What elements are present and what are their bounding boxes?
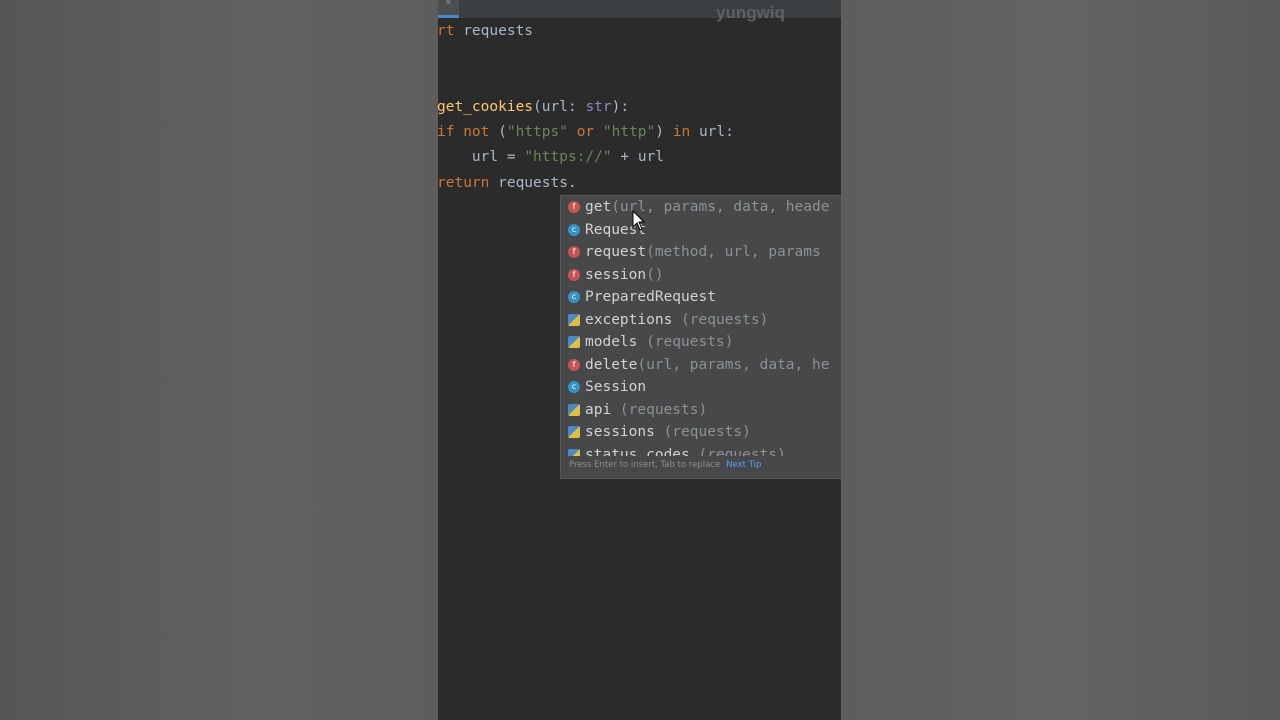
keyword: in bbox=[664, 124, 691, 140]
completion-item-session-class[interactable]: c Session bbox=[561, 376, 841, 398]
completion-label: Session bbox=[585, 379, 647, 395]
completion-label: sessions (requests) bbox=[585, 424, 751, 440]
module-icon bbox=[568, 336, 580, 348]
module-icon bbox=[568, 403, 580, 416]
identifier: url: bbox=[690, 124, 734, 140]
punctuation: ) bbox=[655, 124, 665, 140]
keyword: return bbox=[438, 175, 490, 191]
completion-item-session[interactable]: f session() bbox=[561, 264, 841, 286]
completion-item-request-class[interactable]: c Request bbox=[561, 219, 841, 241]
completion-item-preparedrequest[interactable]: c PreparedRequest bbox=[561, 286, 841, 308]
keyword: rt bbox=[438, 23, 455, 39]
video-background-left bbox=[0, 0, 438, 720]
completion-item-request[interactable]: f request(method, url, params bbox=[561, 241, 841, 263]
keyword: not bbox=[454, 124, 490, 140]
class-icon: c bbox=[568, 223, 580, 236]
completion-item-sessions[interactable]: sessions (requests) bbox=[561, 421, 841, 443]
string-literal: "http" bbox=[602, 124, 656, 140]
identifier: requests. bbox=[489, 175, 577, 191]
completion-item-get[interactable]: f get(url, params, data, heade bbox=[561, 196, 841, 218]
function-icon: f bbox=[568, 358, 580, 371]
editor-tab[interactable]: × bbox=[438, 0, 459, 18]
completion-label: request(method, url, params bbox=[585, 244, 821, 260]
keyword: if bbox=[438, 124, 455, 140]
active-tab-indicator bbox=[438, 15, 459, 18]
class-icon: c bbox=[568, 381, 580, 393]
string-literal: "https://" bbox=[524, 149, 612, 165]
code-line-5: url = "https://" + url bbox=[438, 145, 664, 170]
module-icon bbox=[568, 448, 580, 456]
parameter: url bbox=[541, 99, 568, 115]
completion-popup[interactable]: f get(url, params, data, heade c Request… bbox=[560, 195, 841, 479]
watermark: yungwiq bbox=[716, 3, 785, 22]
class-icon: c bbox=[568, 291, 580, 303]
code-line-4: if not ("https" or "http") in url: bbox=[438, 120, 734, 145]
code-editor[interactable]: × yungwiq rt requests get_cookies(url: s… bbox=[438, 0, 841, 720]
punctuation: ( bbox=[489, 124, 507, 140]
identifier: requests bbox=[454, 23, 534, 39]
identifier: + url bbox=[611, 149, 665, 165]
completion-item-models[interactable]: models (requests) bbox=[561, 331, 841, 353]
punctuation: ( bbox=[533, 99, 542, 115]
completion-label: get(url, params, data, heade bbox=[585, 199, 830, 215]
code-line-1: rt requests bbox=[438, 19, 533, 44]
code-line-6: return requests. bbox=[438, 171, 577, 196]
completion-label: delete(url, params, data, he bbox=[585, 356, 830, 373]
next-tip-link[interactable]: Next Tip bbox=[726, 460, 761, 470]
completion-item-exceptions[interactable]: exceptions (requests) bbox=[561, 309, 841, 331]
function-icon: f bbox=[568, 268, 580, 281]
string-literal: "https" bbox=[506, 124, 568, 140]
function-name: get_cookies bbox=[438, 99, 534, 115]
completion-item-delete[interactable]: f delete(url, params, data, he bbox=[561, 354, 841, 376]
video-background-right bbox=[841, 0, 1280, 720]
completion-label: status_codes (requests) bbox=[585, 446, 786, 456]
completion-item-api[interactable]: api (requests) bbox=[561, 399, 841, 421]
keyword: or bbox=[567, 124, 603, 140]
function-icon: f bbox=[568, 201, 580, 213]
completion-label: PreparedRequest bbox=[585, 289, 716, 305]
code-line-3: get_cookies(url: str): bbox=[438, 95, 629, 120]
completion-label: session() bbox=[585, 266, 664, 283]
module-icon bbox=[568, 426, 580, 438]
type-hint: str bbox=[585, 99, 612, 115]
completion-label: api (requests) bbox=[585, 401, 708, 418]
mouse-pointer-icon bbox=[632, 210, 646, 231]
punctuation: : bbox=[567, 99, 586, 115]
punctuation: ): bbox=[611, 99, 630, 115]
identifier: url = bbox=[471, 149, 525, 165]
completion-label: models (requests) bbox=[585, 334, 734, 350]
completion-label: exceptions (requests) bbox=[585, 311, 769, 328]
close-icon[interactable]: × bbox=[444, 0, 452, 8]
function-icon: f bbox=[568, 246, 580, 258]
completion-item-status-codes[interactable]: status_codes (requests) bbox=[561, 444, 841, 456]
module-icon bbox=[568, 313, 580, 326]
completion-hint: Press Enter to insert, Tab to replace Nex… bbox=[569, 460, 762, 470]
